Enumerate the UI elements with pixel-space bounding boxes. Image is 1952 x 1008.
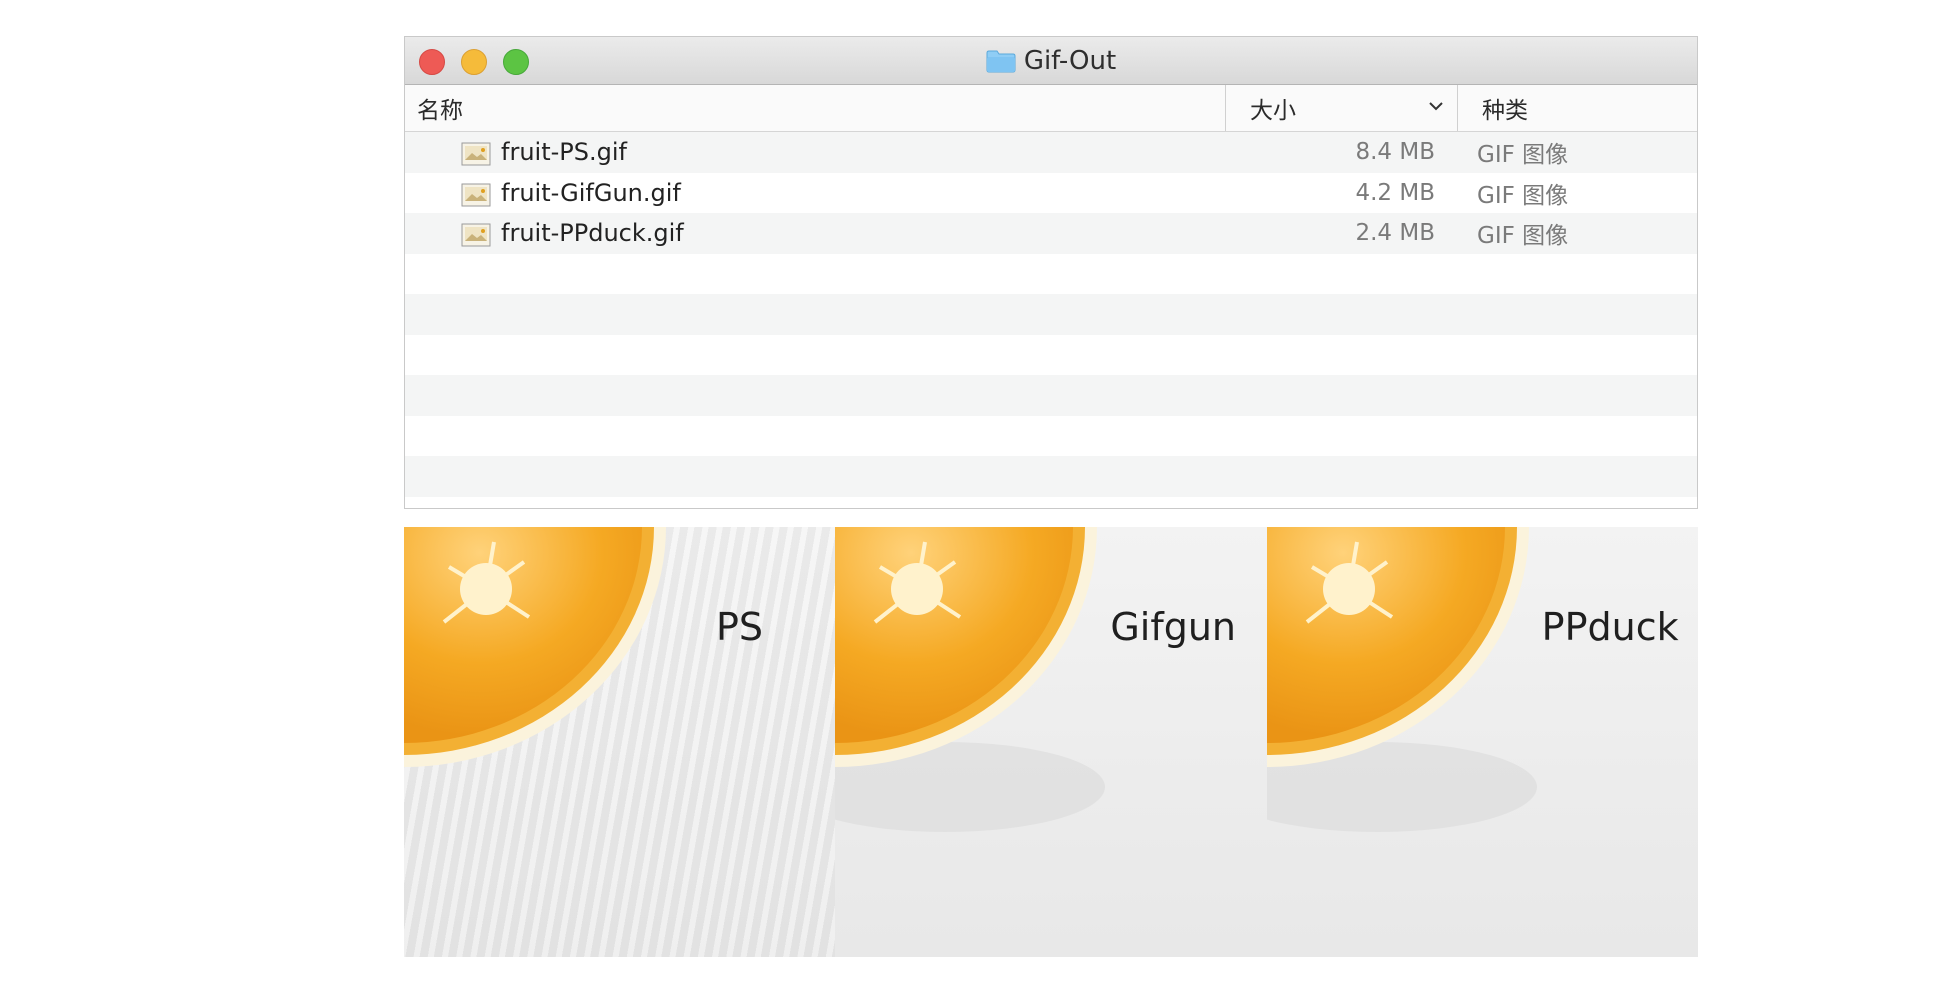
empty-row	[405, 415, 1697, 456]
file-name: fruit-PPduck.gif	[501, 219, 684, 248]
file-kind: GIF 图像	[1477, 142, 1569, 169]
gif-file-icon	[461, 183, 491, 206]
orange-slice-image	[404, 527, 666, 767]
file-list: fruit-PS.gif 8.4 MB GIF 图像 fruit-GifGun.…	[405, 132, 1697, 497]
column-header: 名称 大小 种类	[405, 85, 1697, 132]
file-row[interactable]: fruit-GifGun.gif 4.2 MB GIF 图像	[405, 172, 1697, 213]
column-size-header[interactable]: 大小	[1225, 85, 1457, 131]
gif-file-icon	[461, 223, 491, 247]
file-kind: GIF 图像	[1477, 223, 1569, 250]
column-name-header[interactable]: 名称	[417, 85, 1217, 131]
gif-comparison: PS Gifgun PPduck	[404, 527, 1698, 957]
file-name: fruit-PS.gif	[501, 138, 627, 167]
preview-label: PPduck	[1541, 605, 1679, 649]
orange-slice-image	[1266, 527, 1537, 832]
finder-window: Gif-Out 名称 大小 种类 fruit-PS.gif 8.4 MB GIF…	[404, 36, 1698, 509]
empty-row	[405, 294, 1697, 335]
empty-row	[405, 456, 1697, 497]
file-row[interactable]: fruit-PS.gif 8.4 MB GIF 图像	[405, 132, 1697, 173]
preview-label: Gifgun	[1110, 605, 1236, 649]
preview-label: PS	[716, 605, 764, 649]
column-kind-header[interactable]: 种类	[1457, 85, 1697, 131]
orange-slice-image	[835, 527, 1106, 832]
preview-panel-ppduck: PPduck	[1266, 527, 1698, 957]
preview-panel-ps: PS	[404, 527, 836, 957]
window-title: Gif-Out	[405, 37, 1697, 85]
file-kind: GIF 图像	[1477, 182, 1569, 209]
column-size-label: 大小	[1250, 98, 1296, 124]
file-size: 4.2 MB	[1355, 179, 1435, 206]
chevron-down-icon	[1429, 102, 1443, 111]
file-row[interactable]: fruit-PPduck.gif 2.4 MB GIF 图像	[405, 213, 1697, 254]
empty-row	[405, 334, 1697, 375]
file-name: fruit-GifGun.gif	[501, 178, 681, 207]
file-size: 2.4 MB	[1355, 220, 1435, 247]
title-bar[interactable]: Gif-Out	[405, 37, 1697, 85]
empty-row	[405, 253, 1697, 294]
window-title-text: Gif-Out	[1023, 46, 1117, 76]
folder-icon	[986, 50, 1016, 73]
preview-panel-gifgun: Gifgun	[835, 527, 1267, 957]
file-size: 8.4 MB	[1355, 139, 1435, 166]
empty-row	[405, 375, 1697, 416]
gif-file-icon	[461, 142, 491, 166]
